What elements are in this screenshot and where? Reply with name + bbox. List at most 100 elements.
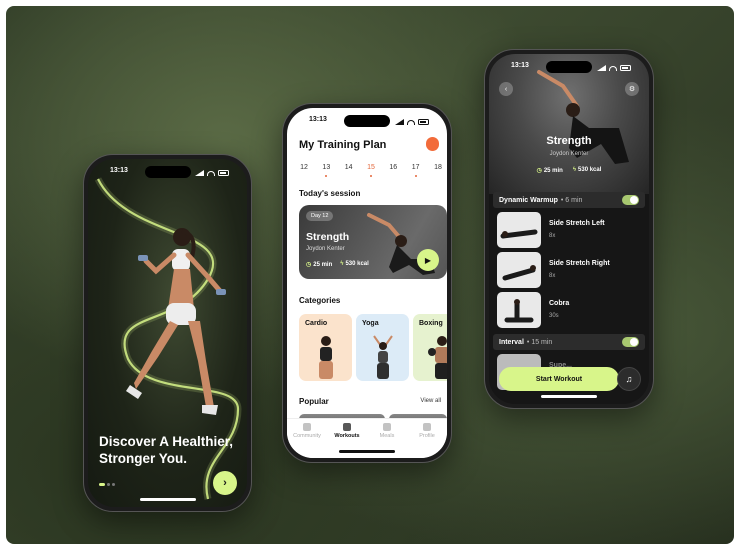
workout-name: Strength (546, 135, 592, 147)
exercise-reps: 8x (549, 273, 556, 279)
workout-detail-screen: 13:13 ‹ ⚙ Strength Joydon Kenter ◷ 25 min… (489, 54, 649, 404)
exercise-reps: 30s (549, 313, 559, 319)
tab-label: Profile (419, 433, 435, 439)
date-item[interactable]: 12 (297, 164, 311, 171)
category-boxing-image (428, 336, 447, 379)
bolt-icon: ϟ (572, 167, 577, 173)
session-calories: 530 kcal (345, 261, 369, 267)
status-bar: 13:13 (287, 116, 447, 128)
date-item[interactable]: 18 (431, 164, 445, 171)
chevron-right-icon: › (223, 477, 227, 489)
exercise-name: Side Stretch Left (549, 220, 605, 227)
status-bar: 13:13 (88, 167, 247, 179)
streak-fire-icon[interactable] (426, 137, 439, 151)
onboarding-screen: 13:13 Discover A Healthier, Stronger You… (88, 159, 247, 507)
warmup-toggle[interactable] (622, 195, 639, 205)
play-icon: ▶ (424, 255, 432, 265)
training-plan-screen: 13:13 My Training Plan 12 13 14 15 16 17… (287, 108, 447, 458)
tab-label: Community (293, 433, 321, 439)
phone-onboarding: 13:13 Discover A Healthier, Stronger You… (83, 154, 252, 512)
category-card-boxing[interactable]: Boxing (413, 314, 447, 381)
date-item[interactable]: 17 (409, 164, 423, 177)
category-label: Yoga (362, 320, 379, 327)
exercise-thumbnail (497, 252, 541, 288)
exercise-name: Side Stretch Right (549, 260, 610, 267)
section-title: Dynamic Warmup (499, 196, 558, 204)
exercise-item[interactable]: Side Stretch Left 8x (497, 212, 647, 248)
music-button[interactable]: ♫ (617, 367, 641, 391)
meals-icon (383, 423, 391, 431)
tab-community[interactable]: Community (290, 423, 324, 458)
page-dot (112, 483, 115, 486)
music-note-icon: ♫ (625, 374, 633, 384)
warmup-section-header[interactable]: Dynamic Warmup • 6 min (493, 192, 645, 208)
start-workout-button[interactable]: Start Workout (499, 367, 619, 391)
status-time: 13:13 (511, 62, 529, 69)
tab-profile[interactable]: Profile (410, 423, 444, 458)
cobra-pose-image (504, 299, 534, 323)
bolt-icon: ϟ (340, 261, 344, 267)
tab-label: Workouts (334, 433, 360, 439)
tab-label: Meals (379, 433, 395, 439)
interval-toggle[interactable] (622, 337, 639, 347)
category-cardio-image (319, 336, 333, 379)
side-stretch-image (502, 265, 536, 281)
exercise-name: Cobra (549, 300, 570, 307)
session-name: Strength (306, 231, 350, 243)
wifi-icon (609, 65, 617, 71)
exercise-thumbnail (497, 292, 541, 328)
athlete-illustration (126, 228, 226, 415)
settings-button[interactable]: ⚙ (625, 82, 639, 96)
community-icon (303, 423, 311, 431)
session-card[interactable]: Day 12 Strength Joydon Kenter ◷ 25 min ϟ5… (299, 205, 447, 279)
category-yoga-image (373, 335, 393, 379)
section-duration: 15 min (531, 338, 553, 346)
status-time: 13:13 (309, 116, 327, 123)
play-button[interactable]: ▶ (417, 249, 439, 271)
todays-session-heading: Today's session (299, 189, 361, 198)
battery-icon (620, 65, 631, 71)
workout-meta: ◷ 25 min ϟ 530 kcal (489, 167, 649, 174)
category-card-cardio[interactable]: Cardio (299, 314, 352, 381)
back-button[interactable]: ‹ (499, 82, 513, 96)
category-label: Boxing (419, 320, 443, 327)
view-all-link[interactable]: View all (420, 398, 441, 404)
categories-heading: Categories (299, 296, 341, 305)
date-item-selected[interactable]: 15 (364, 164, 378, 177)
workout-duration: 25 min (543, 168, 563, 174)
showcase-background: 13:13 Discover A Healthier, Stronger You… (6, 6, 734, 544)
date-item[interactable]: 16 (386, 164, 400, 171)
home-indicator (339, 450, 395, 453)
date-item[interactable]: 13 (319, 164, 333, 177)
battery-icon (418, 119, 429, 125)
page-dot-active (99, 483, 105, 486)
categories-row: Cardio Yoga Boxing (299, 314, 447, 381)
date-strip: 12 13 14 15 16 17 18 (297, 164, 445, 177)
back-arrow-icon: ‹ (504, 85, 508, 93)
phone-workout-detail: 13:13 ‹ ⚙ Strength Joydon Kenter ◷ 25 min… (484, 49, 654, 409)
session-coach: Joydon Kenter (306, 246, 345, 252)
interval-section-header[interactable]: Interval • 15 min (493, 334, 645, 350)
day-badge: Day 12 (306, 211, 334, 221)
exercise-item[interactable]: Cobra 30s (497, 292, 647, 328)
side-stretch-image (500, 229, 538, 239)
gear-icon: ⚙ (628, 86, 636, 93)
signal-icon (395, 119, 404, 125)
section-title: Interval (499, 338, 524, 346)
date-item[interactable]: 14 (342, 164, 356, 171)
next-button[interactable]: › (213, 471, 237, 495)
page-dot (107, 483, 110, 486)
clock-icon: ◷ (536, 168, 542, 174)
exercise-thumbnail (497, 212, 541, 248)
session-meta: ◷ 25 min ϟ 530 kcal (306, 261, 369, 268)
exercise-reps: 8x (549, 233, 556, 239)
clock-icon: ◷ (306, 262, 312, 268)
exercise-item[interactable]: Side Stretch Right 8x (497, 252, 647, 288)
page-indicator (99, 483, 115, 486)
category-card-yoga[interactable]: Yoga (356, 314, 409, 381)
section-duration: 6 min (565, 196, 583, 204)
dumbbell-icon (343, 423, 351, 431)
profile-icon (423, 423, 431, 431)
phone-training-plan: 13:13 My Training Plan 12 13 14 15 16 17… (282, 103, 452, 463)
status-time: 13:13 (110, 167, 128, 174)
